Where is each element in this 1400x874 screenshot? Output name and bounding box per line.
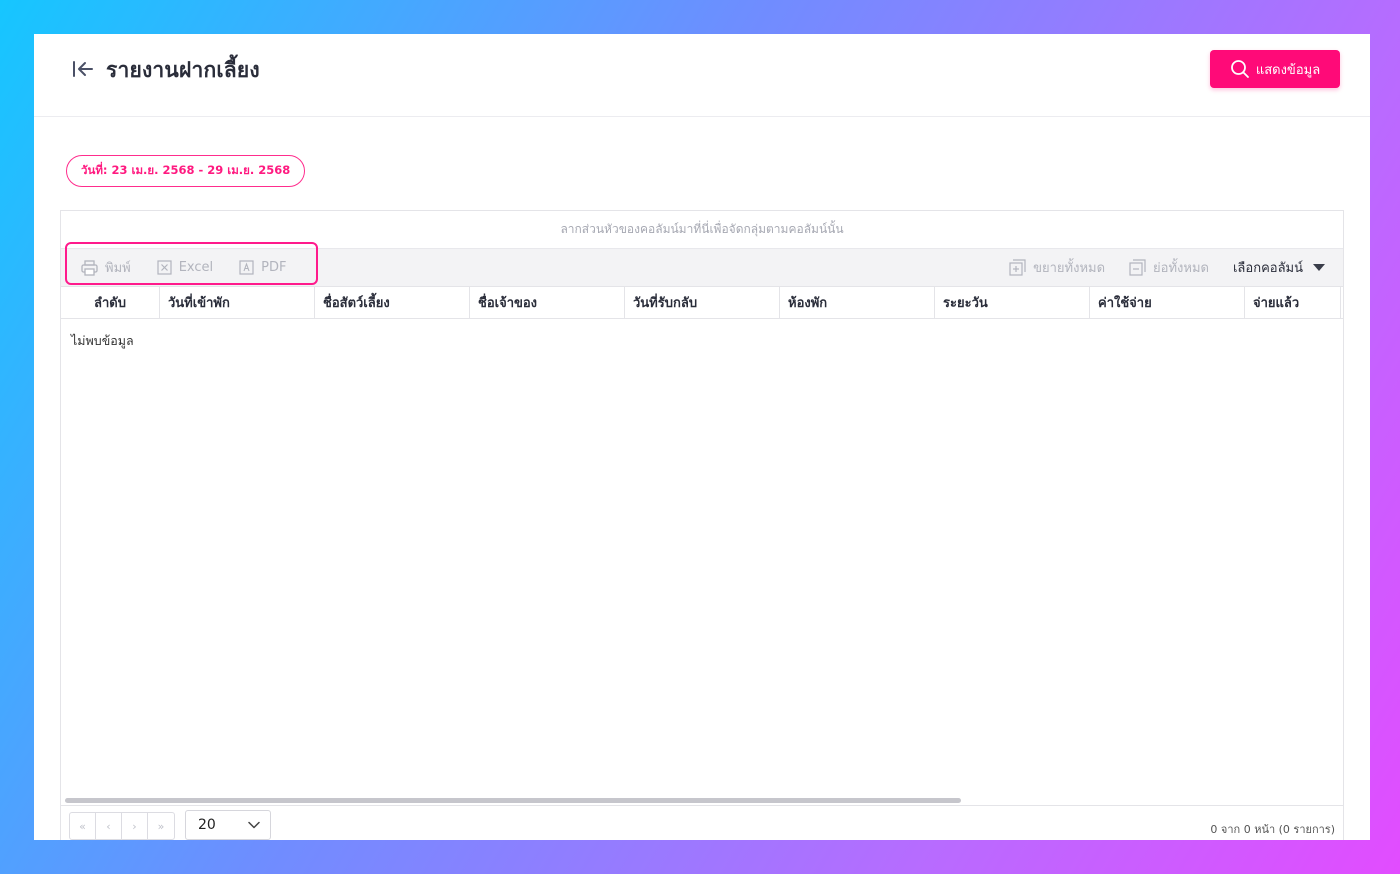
horizontal-scrollbar[interactable] (65, 798, 961, 803)
print-button[interactable]: พิมพ์ (81, 257, 131, 278)
page-title: รายงานฝากเลี้ยง (106, 58, 260, 82)
back-arrow-icon (73, 61, 93, 77)
column-header-pet-name[interactable]: ชื่อสัตว์เลี้ยง (315, 287, 470, 318)
caret-down-icon (1313, 263, 1325, 271)
column-header-room[interactable]: ห้องพัก (780, 287, 935, 318)
column-header-order[interactable]: ลำดับ (61, 287, 160, 318)
column-header-pickup-date[interactable]: วันที่รับกลับ (625, 287, 780, 318)
collapse-icon (1129, 259, 1146, 276)
column-chooser-label: เลือกคอลัมน์ (1232, 261, 1303, 276)
report-panel: รายงานฝากเลี้ยง แสดงข้อมูล วันที่: 23 เม… (34, 34, 1370, 840)
back-button[interactable] (70, 56, 96, 82)
collapse-all-button[interactable]: ย่อทั้งหมด (1129, 257, 1209, 278)
group-panel[interactable]: ลากส่วนหัวของคอลัมน์มาที่นี่เพื่อจัดกลุ่… (61, 211, 1343, 249)
excel-button[interactable]: Excel (157, 260, 213, 275)
grid-footer: « ‹ › » 20 0 จาก 0 หน้า (0 รายการ) (61, 805, 1343, 840)
first-page-button[interactable]: « (70, 813, 96, 839)
data-grid: ลากส่วนหัวของคอลัมน์มาที่นี่เพื่อจัดกลุ่… (60, 210, 1344, 840)
expand-all-button[interactable]: ขยายทั้งหมด (1009, 257, 1105, 278)
page-size-value: 20 (198, 817, 216, 833)
column-header-check-in-date[interactable]: วันที่เข้าพัก (160, 287, 315, 318)
chevron-down-icon (248, 821, 260, 829)
empty-message: ไม่พบข้อมูล (71, 333, 134, 348)
column-header-cost[interactable]: ค่าใช้จ่าย (1090, 287, 1245, 318)
print-label: พิมพ์ (105, 261, 131, 276)
pdf-icon (239, 260, 254, 275)
page-size-select[interactable]: 20 (185, 810, 271, 840)
show-data-button[interactable]: แสดงข้อมูล (1210, 50, 1340, 88)
column-chooser-button[interactable]: เลือกคอลัมน์ (1233, 257, 1325, 278)
last-page-button[interactable]: » (148, 813, 174, 839)
pdf-label: PDF (261, 260, 287, 275)
collapse-all-label: ย่อทั้งหมด (1153, 261, 1209, 276)
page-info: 0 จาก 0 หน้า (0 รายการ) (1210, 823, 1335, 836)
column-header-owner-name[interactable]: ชื่อเจ้าของ (470, 287, 625, 318)
prev-page-button[interactable]: ‹ (96, 813, 122, 839)
expand-all-label: ขยายทั้งหมด (1033, 261, 1106, 276)
pager: « ‹ › » (69, 812, 175, 840)
grid-toolbar: พิมพ์ Excel PDF ขยายทั้งหมด ย่อทั้งหมด เ… (61, 249, 1343, 287)
column-header-duration[interactable]: ระยะวัน (935, 287, 1090, 318)
expand-icon (1009, 259, 1026, 276)
pdf-button[interactable]: PDF (239, 260, 286, 275)
excel-label: Excel (178, 260, 214, 275)
show-data-label: แสดงข้อมูล (1255, 62, 1321, 78)
date-range-badge[interactable]: วันที่: 23 เม.ย. 2568 - 29 เม.ย. 2568 (66, 155, 306, 187)
excel-icon (157, 260, 172, 275)
search-icon (1230, 60, 1249, 78)
page-header: รายงานฝากเลี้ยง แสดงข้อมูล (34, 34, 1370, 117)
table-header: ลำดับ วันที่เข้าพัก ชื่อสัตว์เลี้ยง ชื่อ… (61, 287, 1343, 319)
column-header-paid[interactable]: จ่ายแล้ว (1245, 287, 1341, 318)
printer-icon (81, 259, 98, 276)
next-page-button[interactable]: › (122, 813, 148, 839)
